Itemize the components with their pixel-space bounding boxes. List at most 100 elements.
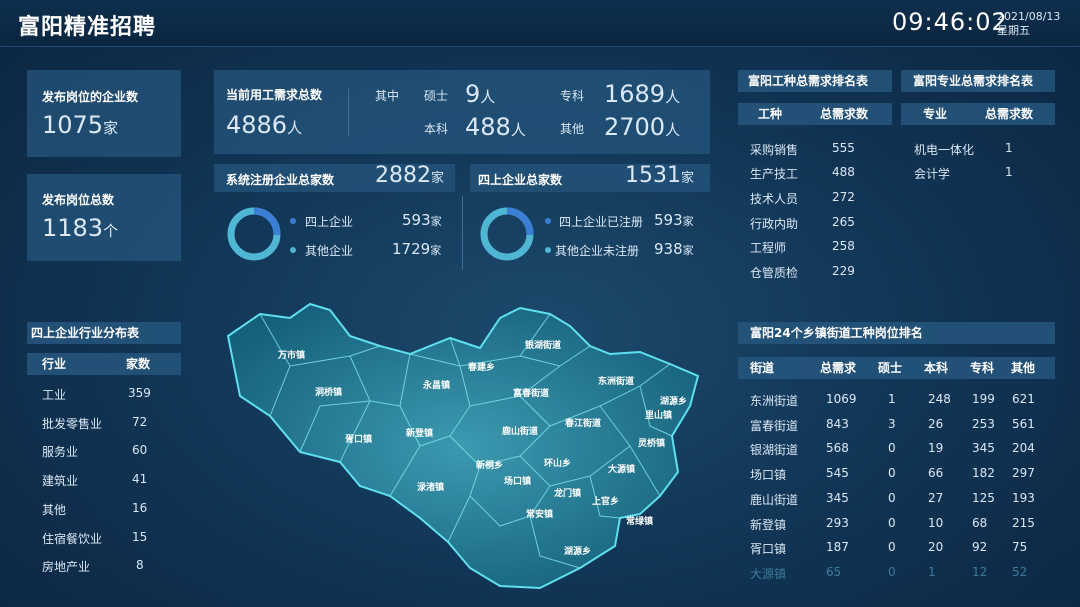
industry-header-name: 行业 (42, 357, 67, 371)
street-bachelor: 66 (928, 466, 944, 481)
major-rank-header-count: 总需求数 (985, 107, 1034, 121)
above-scale-donut (480, 207, 534, 261)
street-other: 204 (1012, 441, 1035, 456)
industry-count: 16 (132, 501, 148, 515)
street-total: 843 (826, 416, 849, 431)
above-legend-unregistered-number: 938 (654, 240, 683, 258)
enterprise-count-label: 发布岗位的企业数 (42, 90, 139, 104)
map-label: 银湖街道 (525, 339, 561, 351)
degree-bachelor-label: 本科 (424, 122, 449, 136)
map-label: 湖源乡 (660, 395, 687, 407)
street-master: 0 (888, 441, 896, 456)
degree-other-number: 2700 (604, 113, 666, 141)
registered-unit: 家 (431, 171, 445, 186)
enterprise-count-unit: 家 (103, 119, 119, 137)
street-master: 0 (888, 564, 896, 579)
job-count: 555 (832, 141, 855, 155)
enterprise-count-value: 1075家 (42, 111, 118, 139)
map-label: 万市镇 (277, 349, 305, 361)
street-college: 125 (972, 490, 995, 505)
degree-master-value: 9人 (465, 80, 495, 108)
street-bachelor: 19 (928, 441, 944, 456)
enterprise-count-number: 1075 (42, 111, 104, 139)
map-label: 永昌镇 (422, 379, 450, 391)
map-label: 环山乡 (544, 457, 571, 469)
street-name: 场口镇 (750, 468, 787, 483)
registered-legend-above-label: 四上企业 (305, 215, 354, 229)
industry-count: 15 (132, 530, 148, 544)
demand-among-label: 其中 (375, 89, 400, 103)
street-total: 293 (826, 515, 849, 530)
date-text: 2021/08/13 (997, 10, 1061, 23)
street-bachelor: 248 (928, 392, 951, 406)
industry-name: 服务业 (42, 445, 79, 459)
street-bachelor: 1 (928, 564, 936, 579)
degree-master-number: 9 (465, 80, 481, 108)
industry-title: 四上企业行业分布表 (27, 322, 181, 344)
street-header-total: 总需求 (820, 361, 857, 375)
job-name: 技术人员 (750, 192, 799, 206)
major-rank-header-major: 专业 (923, 107, 948, 121)
post-count-label: 发布岗位总数 (42, 193, 115, 207)
post-count-unit: 个 (103, 222, 119, 240)
map-label: 龙门镇 (553, 487, 581, 499)
registered-donut (227, 207, 281, 261)
street-total: 187 (826, 540, 849, 555)
demand-unit: 人 (287, 119, 303, 137)
job-name: 仓管质检 (750, 266, 799, 280)
registered-label: 系统注册企业总家数 (226, 173, 335, 187)
street-total: 545 (826, 466, 849, 481)
page-title: 富阳精准招聘 (18, 14, 157, 40)
street-name: 东洲街道 (750, 394, 799, 408)
street-rank-title: 富阳24个乡镇街道工种岗位排名 (738, 322, 1055, 344)
industry-name: 其他 (42, 503, 67, 517)
map-label: 春建乡 (467, 361, 495, 373)
street-bachelor: 20 (928, 540, 944, 555)
job-name: 生产技工 (750, 167, 799, 181)
job-count: 229 (832, 264, 855, 278)
job-rank-header-job: 工种 (758, 107, 783, 121)
industry-count: 8 (136, 558, 144, 572)
street-college: 68 (972, 515, 988, 530)
map-label: 常安镇 (526, 508, 553, 520)
map-label: 鹿山街道 (501, 425, 538, 437)
street-bachelor: 10 (928, 515, 944, 530)
major-rank-title: 富阳专业总需求排名表 (901, 70, 1055, 92)
job-count: 258 (832, 239, 855, 253)
map-label: 春江街道 (564, 417, 601, 429)
street-other: 297 (1012, 466, 1035, 481)
street-name: 胥口镇 (750, 542, 787, 557)
street-other: 193 (1012, 490, 1035, 505)
degree-college-value: 1689人 (604, 80, 680, 108)
industry-count: 72 (132, 415, 148, 429)
street-college: 182 (972, 466, 995, 481)
map-label: 大源镇 (608, 463, 635, 475)
weekday-text: 星期五 (997, 24, 1030, 37)
industry-name: 住宿餐饮业 (42, 532, 103, 546)
above-scale-label: 四上企业总家数 (478, 173, 563, 187)
street-total: 568 (826, 441, 849, 456)
job-count: 272 (832, 190, 855, 204)
job-count: 488 (832, 165, 855, 179)
street-master: 3 (888, 416, 896, 431)
major-name: 会计学 (914, 167, 951, 181)
street-other: 215 (1012, 515, 1035, 530)
street-master: 0 (888, 466, 896, 481)
degree-other-value: 2700人 (604, 113, 680, 141)
map-label: 湖源乡 (564, 545, 591, 557)
street-bachelor: 27 (928, 490, 944, 505)
industry-count: 60 (132, 443, 148, 457)
above-scale-number: 1531 (625, 163, 681, 188)
demand-divider (348, 88, 349, 136)
street-college: 92 (972, 540, 988, 555)
registered-number: 2882 (375, 163, 431, 188)
degree-bachelor-unit: 人 (510, 121, 526, 139)
street-header-street: 街道 (750, 361, 775, 375)
map-label: 胥口镇 (345, 433, 372, 445)
registered-legend-above-number: 593 (402, 211, 431, 229)
degree-college-unit: 人 (665, 88, 681, 106)
job-rank-title: 富阳工种总需求排名表 (738, 70, 892, 92)
clock-time: 09:46:02 (892, 8, 1008, 36)
above-scale-unit: 家 (681, 171, 695, 186)
street-rank-header-row: 街道 总需求 硕士 本科 专科 其他 (738, 357, 1055, 379)
